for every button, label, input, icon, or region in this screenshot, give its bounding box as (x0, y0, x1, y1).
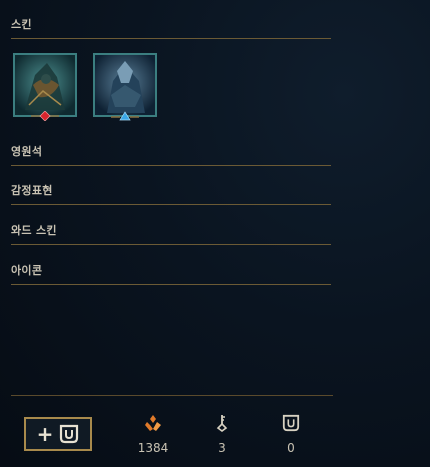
gemstones-title: 영원석 (11, 143, 331, 166)
keys-counter: 3 (197, 414, 247, 455)
skin-tile-2[interactable] (93, 53, 157, 121)
icons-section[interactable]: 아이콘 (11, 262, 331, 285)
chest-icon (282, 414, 300, 432)
icons-title: 아이콘 (11, 262, 331, 285)
chests-counter: 0 (266, 414, 316, 455)
skins-list (13, 53, 157, 121)
ward-skins-title: 와드 스킨 (11, 222, 331, 245)
skin-art-2 (95, 55, 155, 115)
skin-tile-1[interactable] (13, 53, 77, 121)
orange-essence-value: 1384 (137, 441, 169, 455)
skin-art-1 (15, 55, 75, 115)
skins-section: 스킨 (11, 16, 331, 39)
gemstones-section[interactable]: 영원석 (11, 143, 331, 166)
add-chest-button[interactable]: + (24, 417, 92, 451)
orange-essence-icon (145, 415, 161, 431)
orange-essence-counter: 1384 (128, 414, 178, 455)
ward-skins-section[interactable]: 와드 스킨 (11, 222, 331, 245)
loot-chest-icon (60, 424, 79, 444)
red-gem-icon (31, 111, 59, 121)
plus-icon: + (36, 422, 54, 446)
chests-value: 0 (287, 441, 295, 455)
emotes-section[interactable]: 감정표현 (11, 182, 331, 205)
blue-triangle-icon (111, 111, 139, 121)
emotes-title: 감정표현 (11, 182, 331, 205)
skins-title: 스킨 (11, 16, 331, 39)
keys-value: 3 (218, 441, 226, 455)
key-icon (216, 415, 228, 432)
footer-divider (11, 395, 333, 396)
